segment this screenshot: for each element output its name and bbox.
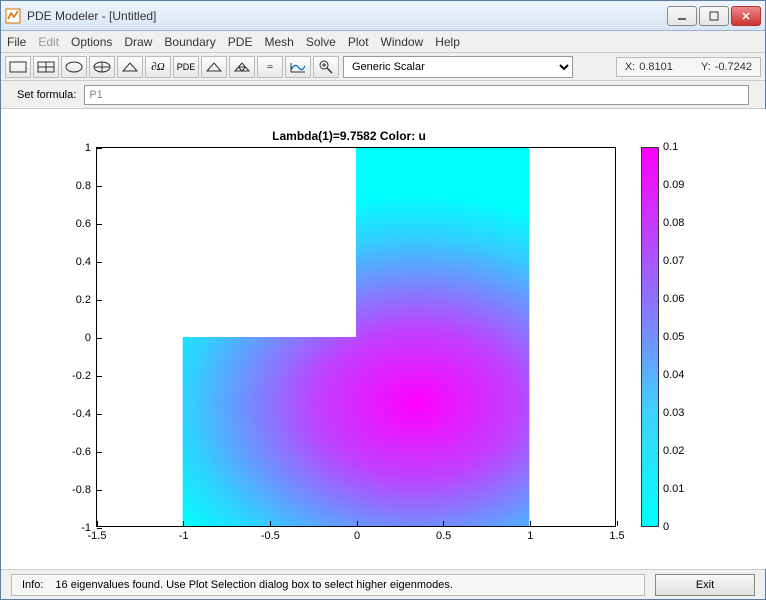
xtick-label: 1.5 [609,526,624,542]
pde-label: PDE [177,62,196,72]
ellipse-center-tool-icon[interactable] [89,56,115,78]
xtick-label: 0 [354,526,360,542]
boundary-tool-icon[interactable]: ∂Ω [145,56,171,78]
rect-tool-icon[interactable] [5,56,31,78]
xtick-label: 1 [527,526,533,542]
colorbar-tick-label: 0.02 [663,445,684,457]
menu-window[interactable]: Window [381,35,424,49]
ytick-label: 0.8 [76,180,97,192]
xtick-label: -1 [179,526,189,542]
mesh-init-icon[interactable] [201,56,227,78]
ytick-label: -0.8 [72,484,97,496]
zoom-icon[interactable] [313,56,339,78]
menu-solve[interactable]: Solve [306,35,336,49]
menu-mesh[interactable]: Mesh [264,35,293,49]
solve-button[interactable]: = [257,56,283,78]
ytick-label: 0 [85,332,97,344]
statusbar: Info: 16 eigenvalues found. Use Plot Sel… [1,569,765,599]
colorbar-tick-label: 0.09 [663,179,684,191]
window-title: PDE Modeler - [Untitled] [27,9,667,23]
colorbar-tick-label: 0 [663,521,669,533]
ellipse-tool-icon[interactable] [61,56,87,78]
colorbar [641,147,659,527]
close-button[interactable] [731,6,761,26]
colorbar-tick-label: 0.08 [663,217,684,229]
colorbar-tick-label: 0.01 [663,483,684,495]
menubar: File Edit Options Draw Boundary PDE Mesh Solve P… [1,31,765,53]
toolbar: ∂Ω PDE = Generic Scalar X: 0.8101 Y: -0.… [1,53,765,81]
menu-draw[interactable]: Draw [124,35,152,49]
menu-file[interactable]: File [7,35,26,49]
pde-spec-button[interactable]: PDE [173,56,199,78]
colorbar-tick-label: 0.05 [663,331,684,343]
app-mode-select[interactable]: Generic Scalar [343,56,573,78]
titlebar: PDE Modeler - [Untitled] [1,1,765,31]
plot-title: Lambda(1)=9.7582 Color: u [1,129,697,143]
status-message: 16 eigenvalues found. Use Plot Selection… [55,579,452,591]
formula-input[interactable] [84,85,749,105]
plot-area: Lambda(1)=9.7582 Color: u -1.5-1-0.500.5… [1,109,766,569]
menu-boundary[interactable]: Boundary [164,35,215,49]
minimize-button[interactable] [667,6,697,26]
ytick-label: 0.6 [76,218,97,230]
colorbar-tick-label: 0.1 [663,141,678,153]
polygon-tool-icon[interactable] [117,56,143,78]
status-message-box: Info: 16 eigenvalues found. Use Plot Sel… [11,574,645,596]
status-prefix: Info: [22,579,43,591]
pdomega-label: ∂Ω [151,61,164,73]
ytick-label: -0.2 [72,370,97,382]
menu-pde[interactable]: PDE [228,35,253,49]
coord-y-value: -0.7242 [715,61,752,73]
menu-plot[interactable]: Plot [348,35,369,49]
menu-edit[interactable]: Edit [38,35,59,49]
colorbar-tick-label: 0.06 [663,293,684,305]
ytick-label: -0.4 [72,408,97,420]
rect-center-tool-icon[interactable] [33,56,59,78]
app-icon [5,8,21,24]
menu-options[interactable]: Options [71,35,112,49]
ytick-label: 1 [85,142,97,154]
colorbar-tick-label: 0.03 [663,407,684,419]
ytick-label: 0.4 [76,256,97,268]
coord-readout: X: 0.8101 Y: -0.7242 [616,57,761,77]
plot3d-icon[interactable] [285,56,311,78]
exit-button[interactable]: Exit [655,574,755,596]
equals-label: = [267,61,273,73]
axes: -1.5-1-0.500.511.5-1-0.8-0.6-0.4-0.200.2… [96,147,616,527]
xtick-label: -0.5 [261,526,280,542]
ytick-label: -1 [81,522,97,534]
xtick-label: 0.5 [436,526,451,542]
ytick-label: -0.6 [72,446,97,458]
formula-label: Set formula: [17,89,76,101]
colorbar-tick-label: 0.04 [663,369,684,381]
formula-row: Set formula: [1,81,765,109]
mesh-refine-icon[interactable] [229,56,255,78]
window-buttons [667,6,761,26]
coord-y-label: Y: [701,61,711,73]
colorbar-tick-label: 0.07 [663,255,684,267]
maximize-button[interactable] [699,6,729,26]
coord-x-label: X: [625,61,635,73]
coord-x-value: 0.8101 [639,61,673,73]
menu-help[interactable]: Help [435,35,460,49]
ytick-label: 0.2 [76,294,97,306]
